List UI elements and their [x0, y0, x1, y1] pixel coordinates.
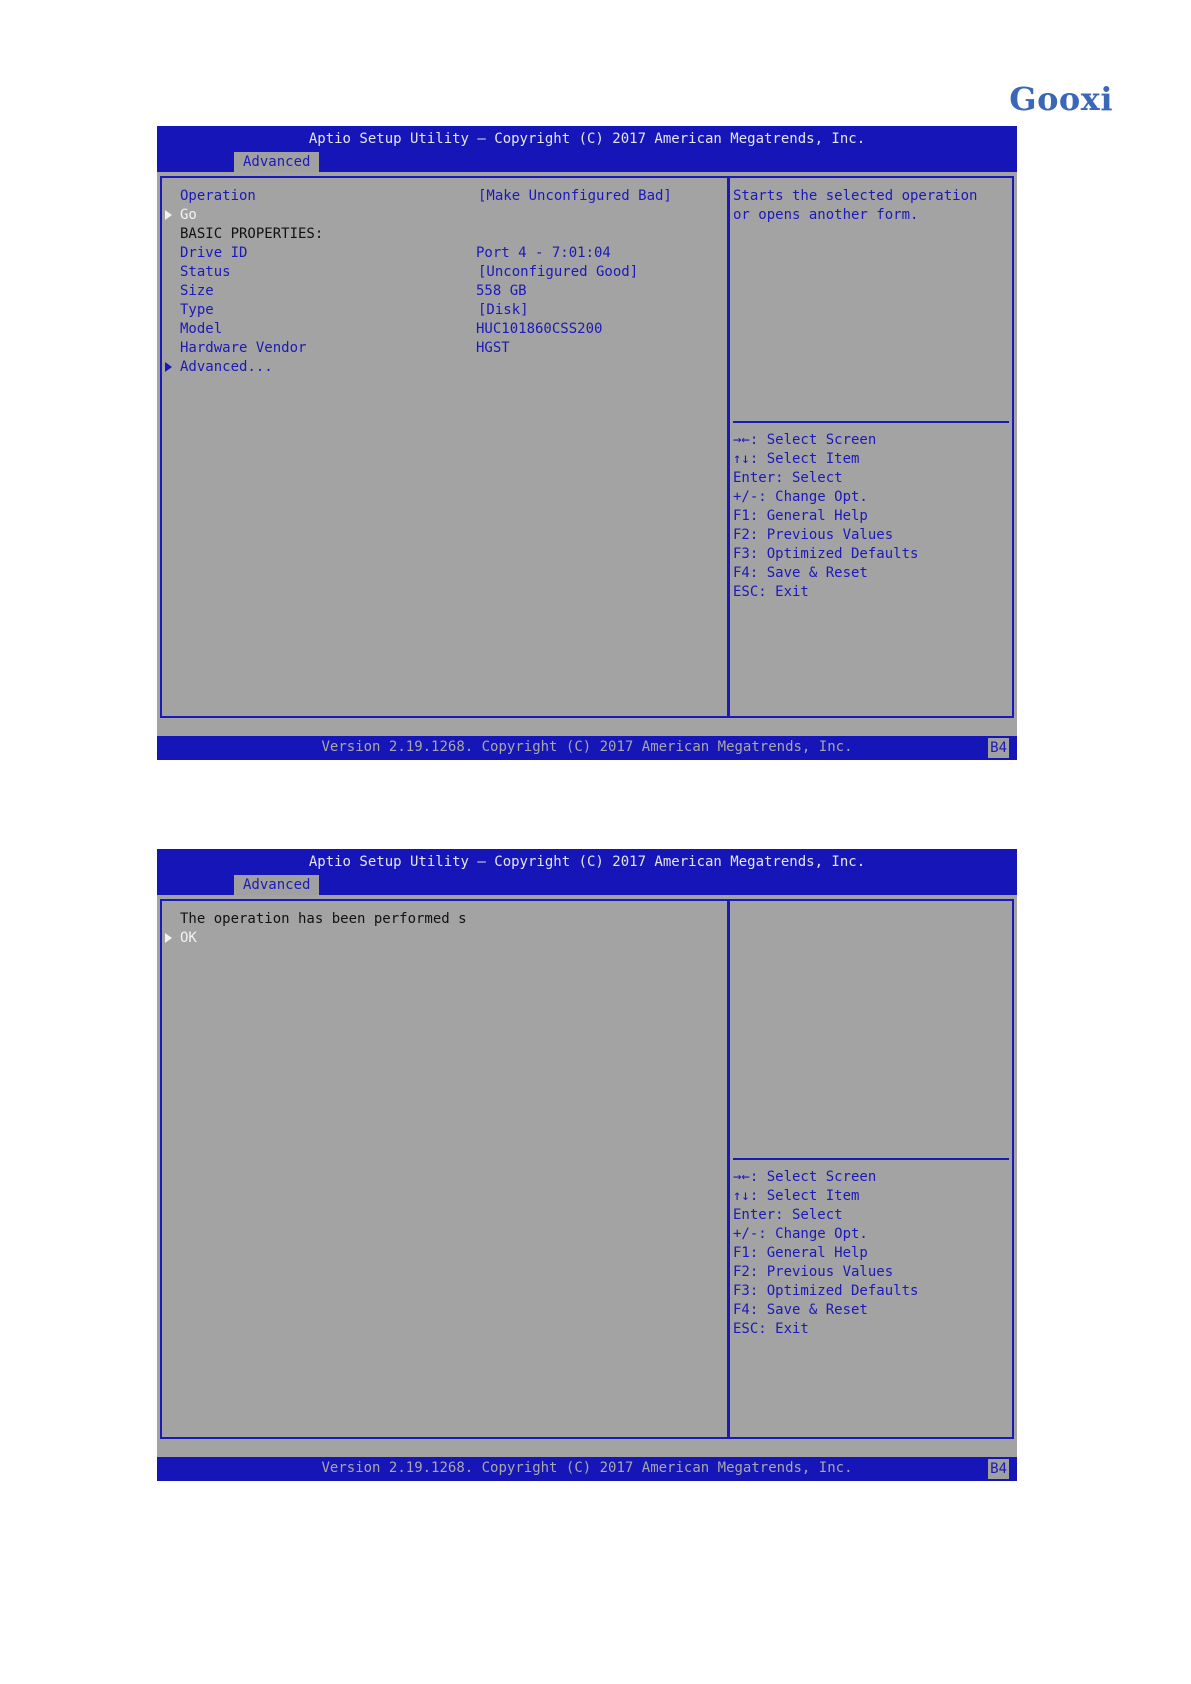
- key-hint: +/-: Change Opt.: [733, 1226, 868, 1242]
- bios-title: Aptio Setup Utility – Copyright (C) 2017…: [308, 854, 866, 870]
- main-panel: The operation has been performed s OK: [160, 899, 729, 1439]
- submenu-arrow-icon: [165, 362, 172, 372]
- bios-header: Aptio Setup Utility – Copyright (C) 2017…: [157, 126, 1017, 172]
- operation-result-message: The operation has been performed s: [180, 911, 467, 927]
- key-hint: →←: Select Screen: [733, 432, 877, 448]
- help-panel: Starts the selected operation or opens a…: [728, 176, 1014, 718]
- key-hint: F3: Optimized Defaults: [733, 1283, 919, 1299]
- status-value: [Unconfigured Good]: [478, 264, 639, 280]
- bios-footer: Version 2.19.1268. Copyright (C) 2017 Am…: [157, 736, 1017, 760]
- key-hint: F3: Optimized Defaults: [733, 546, 919, 562]
- key-hint: F4: Save & Reset: [733, 1302, 868, 1318]
- key-hint: ↑↓: Select Item: [733, 1188, 860, 1204]
- key-hint: F4: Save & Reset: [733, 565, 868, 581]
- ok-button[interactable]: OK: [180, 928, 197, 948]
- model-label: Model: [180, 321, 223, 337]
- drive-id-value: Port 4 - 7:01:04: [476, 245, 611, 261]
- go-item[interactable]: Go: [180, 205, 197, 225]
- bios-title: Aptio Setup Utility – Copyright (C) 2017…: [308, 131, 866, 147]
- model-value: HUC101860CSS200: [476, 321, 603, 337]
- key-hint: Enter: Select: [733, 470, 843, 486]
- size-value: 558 GB: [476, 283, 527, 299]
- submenu-arrow-icon: [165, 933, 172, 943]
- submenu-arrow-icon: [165, 210, 172, 220]
- basic-properties-heading: BASIC PROPERTIES:: [180, 226, 324, 242]
- key-hint: +/-: Change Opt.: [733, 489, 868, 505]
- key-hint: F2: Previous Values: [733, 1264, 894, 1280]
- help-panel: →←: Select Screen ↑↓: Select Item Enter:…: [728, 899, 1014, 1439]
- hardware-vendor-label: Hardware Vendor: [180, 340, 307, 356]
- bios-content: Operation [Make Unconfigured Bad] Go BAS…: [157, 172, 1017, 736]
- help-text-line: or opens another form.: [733, 207, 919, 223]
- tab-advanced[interactable]: Advanced: [234, 152, 320, 172]
- drive-id-label: Drive ID: [180, 245, 248, 261]
- tab-advanced[interactable]: Advanced: [234, 875, 320, 895]
- key-hint: ↑↓: Select Item: [733, 451, 860, 467]
- version-text: Version 2.19.1268. Copyright (C) 2017 Am…: [321, 739, 853, 755]
- post-code-badge: B4: [988, 1459, 1009, 1479]
- status-label: Status: [180, 264, 231, 280]
- advanced-submenu-item[interactable]: Advanced...: [180, 357, 273, 377]
- key-hint: F1: General Help: [733, 508, 868, 524]
- size-label: Size: [180, 283, 214, 299]
- version-text: Version 2.19.1268. Copyright (C) 2017 Am…: [321, 1460, 853, 1476]
- post-code-badge: B4: [988, 738, 1009, 758]
- bios-screen-1: Aptio Setup Utility – Copyright (C) 2017…: [157, 126, 1017, 760]
- key-hint: F1: General Help: [733, 1245, 868, 1261]
- type-value: [Disk]: [478, 302, 529, 318]
- bios-header: Aptio Setup Utility – Copyright (C) 2017…: [157, 849, 1017, 895]
- bios-content: The operation has been performed s OK →←…: [157, 895, 1017, 1457]
- main-panel: Operation [Make Unconfigured Bad] Go BAS…: [160, 176, 729, 718]
- key-hint: ESC: Exit: [733, 584, 809, 600]
- key-hint: F2: Previous Values: [733, 527, 894, 543]
- gooxi-logo: Gooxi: [1009, 80, 1113, 118]
- operation-select[interactable]: [Make Unconfigured Bad]: [478, 186, 672, 206]
- operation-label: Operation: [180, 188, 256, 204]
- help-divider: [733, 1158, 1009, 1160]
- hardware-vendor-value: HGST: [476, 340, 510, 356]
- key-hint: Enter: Select: [733, 1207, 843, 1223]
- help-divider: [733, 421, 1009, 423]
- help-text-line: Starts the selected operation: [733, 188, 978, 204]
- bios-screen-2: Aptio Setup Utility – Copyright (C) 2017…: [157, 849, 1017, 1481]
- key-hint: ESC: Exit: [733, 1321, 809, 1337]
- type-label: Type: [180, 302, 214, 318]
- key-hint: →←: Select Screen: [733, 1169, 877, 1185]
- bios-footer: Version 2.19.1268. Copyright (C) 2017 Am…: [157, 1457, 1017, 1481]
